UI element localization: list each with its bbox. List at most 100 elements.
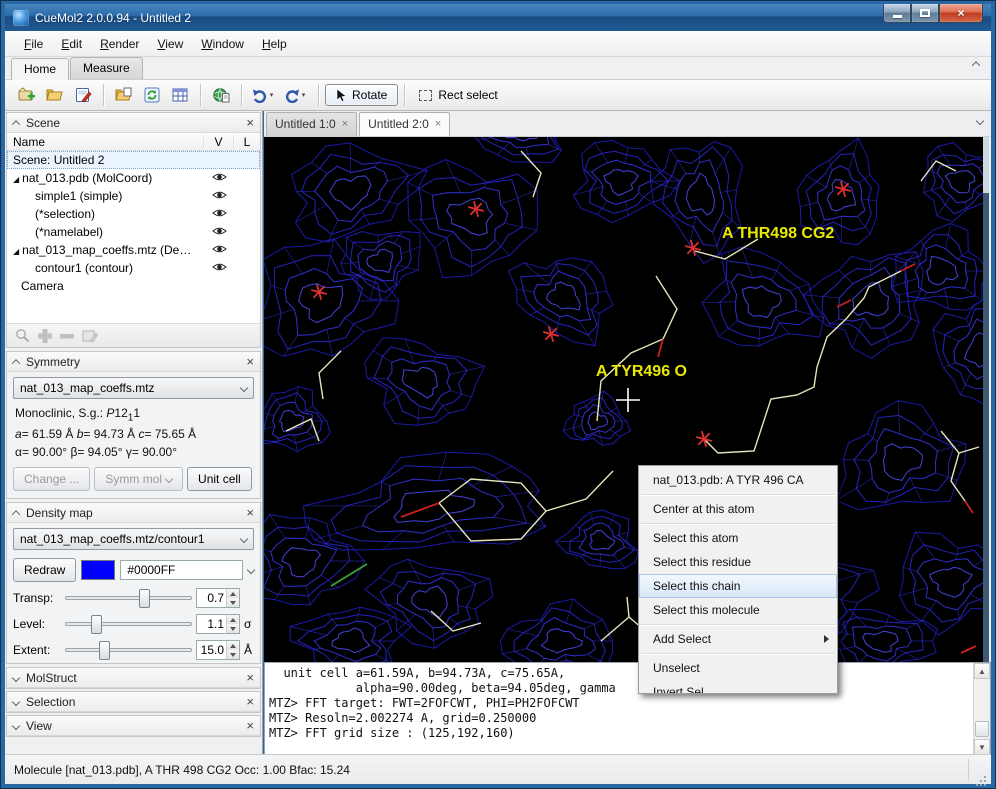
resize-grip[interactable] [984, 776, 986, 778]
tree-row[interactable]: ◢nat_013_map_coeffs.mtz (De… [7, 241, 260, 259]
density-panel-header[interactable]: Density map × [7, 503, 260, 523]
menu-render[interactable]: Render [91, 33, 148, 55]
panel-close-icon[interactable]: × [246, 671, 254, 684]
menu-view[interactable]: View [148, 33, 192, 55]
log-scrollbar[interactable]: ▲ ▼ [973, 663, 990, 755]
tree-row[interactable]: Scene: Untitled 2 [7, 151, 260, 169]
redraw-button[interactable]: Redraw [13, 558, 76, 582]
open-file-button[interactable] [111, 83, 137, 107]
slider-thumb[interactable] [99, 641, 110, 660]
eye-icon[interactable] [212, 172, 227, 182]
slider-track[interactable] [65, 648, 192, 652]
molecule-viewport[interactable]: A THR498 CG2A TYR496 O [264, 137, 983, 662]
collapse-icon[interactable] [12, 510, 20, 518]
tree-row[interactable]: simple1 (simple) [7, 187, 260, 205]
change-button[interactable]: Change ... [13, 467, 90, 491]
zoom-tool-icon[interactable] [15, 328, 30, 343]
density-target-combobox[interactable]: nat_013_map_coeffs.mtz/contour1 [13, 528, 254, 550]
eye-icon[interactable] [212, 244, 227, 254]
view-tab[interactable]: Untitled 2:0× [359, 112, 450, 136]
panel-header[interactable]: Selection× [7, 692, 260, 712]
refresh-view-button[interactable] [139, 83, 165, 107]
tab-list-dropdown-icon[interactable] [976, 117, 984, 125]
maximize-button[interactable] [911, 4, 939, 23]
report-table-button[interactable] [167, 83, 193, 107]
tab-close-icon[interactable]: × [435, 118, 441, 130]
panel-header[interactable]: View× [7, 716, 260, 736]
tree-row[interactable]: (*selection) [7, 205, 260, 223]
scene-panel-header[interactable]: Scene × [7, 113, 260, 133]
spin-down-button[interactable] [227, 624, 239, 633]
eye-icon[interactable] [212, 208, 227, 218]
rect-select-button[interactable]: Rect select [411, 85, 505, 105]
expand-icon[interactable] [12, 674, 20, 682]
tree-expander-icon[interactable]: ◢ [13, 247, 19, 256]
context-menu-item[interactable]: Select this molecule [639, 598, 837, 622]
view-tab[interactable]: Untitled 1:0× [266, 112, 357, 136]
value-spinbox[interactable]: 1.1 [196, 614, 240, 634]
undo-dropdown-icon[interactable]: ▾ [270, 91, 274, 99]
log-scrollbar-thumb[interactable] [975, 721, 989, 737]
context-menu-item[interactable]: Select this residue [639, 550, 837, 574]
tab-close-icon[interactable]: × [342, 118, 348, 130]
close-button[interactable]: × [939, 4, 983, 23]
eye-icon[interactable] [212, 226, 227, 236]
new-scene-button[interactable] [14, 83, 40, 107]
context-menu-item[interactable]: Unselect [639, 656, 837, 680]
menu-window[interactable]: Window [192, 33, 253, 55]
chevron-down-icon[interactable] [247, 566, 255, 574]
tree-row[interactable]: (*namelabel) [7, 223, 260, 241]
tab-measure[interactable]: Measure [70, 57, 143, 79]
tree-expander-icon[interactable]: ◢ [13, 175, 19, 184]
undo-button[interactable]: ▾ [249, 83, 275, 107]
context-menu-item[interactable]: Add Select [639, 627, 837, 651]
rotate-tool-button[interactable]: Rotate [325, 84, 398, 106]
context-menu-item[interactable]: Center at this atom [639, 497, 837, 521]
panel-close-icon[interactable]: × [246, 506, 254, 519]
panel-close-icon[interactable]: × [246, 719, 254, 732]
unit-cell-button[interactable]: Unit cell [187, 467, 252, 491]
viewport-scrollbar[interactable] [983, 137, 989, 662]
spin-up-button[interactable] [227, 641, 239, 650]
properties-icon[interactable] [82, 329, 98, 343]
expand-icon[interactable] [12, 698, 20, 706]
slider-track[interactable] [65, 622, 192, 626]
viewport-scrollbar-thumb[interactable] [983, 137, 989, 193]
open-scene-button[interactable] [42, 83, 68, 107]
tree-row[interactable]: Camera [7, 277, 260, 295]
panel-close-icon[interactable]: × [246, 116, 254, 129]
tab-home[interactable]: Home [11, 58, 69, 80]
collapse-icon[interactable] [12, 120, 20, 128]
value-spinbox[interactable]: 0.7 [196, 588, 240, 608]
menu-help[interactable]: Help [253, 33, 296, 55]
collapse-icon[interactable] [12, 359, 20, 367]
spin-up-button[interactable] [227, 615, 239, 624]
map-color-swatch[interactable] [81, 560, 115, 580]
remove-item-icon[interactable] [60, 332, 74, 340]
minimize-button[interactable] [883, 4, 911, 23]
panel-close-icon[interactable]: × [246, 695, 254, 708]
symm-mol-button[interactable]: Symm mol [94, 467, 183, 491]
render-scene-button[interactable] [208, 83, 234, 107]
spin-up-button[interactable] [227, 589, 239, 598]
slider-thumb[interactable] [91, 615, 102, 634]
expand-icon[interactable] [12, 722, 20, 730]
spin-down-button[interactable] [227, 650, 239, 659]
slider-track[interactable] [65, 596, 192, 600]
redo-dropdown-icon[interactable]: ▾ [302, 91, 306, 99]
panel-header[interactable]: MolStruct× [7, 668, 260, 688]
panel-close-icon[interactable]: × [246, 355, 254, 368]
context-menu-item[interactable]: Invert Sel [639, 680, 837, 694]
eye-icon[interactable] [212, 190, 227, 200]
eye-icon[interactable] [212, 262, 227, 272]
color-hex-input[interactable]: #0000FF [120, 560, 243, 580]
value-spinbox[interactable]: 15.0 [196, 640, 240, 660]
title-bar[interactable]: CueMol2 2.0.0.94 - Untitled 2 × [5, 4, 991, 31]
save-scene-button[interactable] [70, 83, 96, 107]
add-item-icon[interactable] [38, 329, 52, 343]
symmetry-panel-header[interactable]: Symmetry × [7, 352, 260, 372]
menu-file[interactable]: File [15, 33, 52, 55]
spin-down-button[interactable] [227, 598, 239, 607]
ribbon-collapse-icon[interactable] [972, 61, 980, 69]
scroll-up-button[interactable]: ▲ [974, 663, 990, 679]
